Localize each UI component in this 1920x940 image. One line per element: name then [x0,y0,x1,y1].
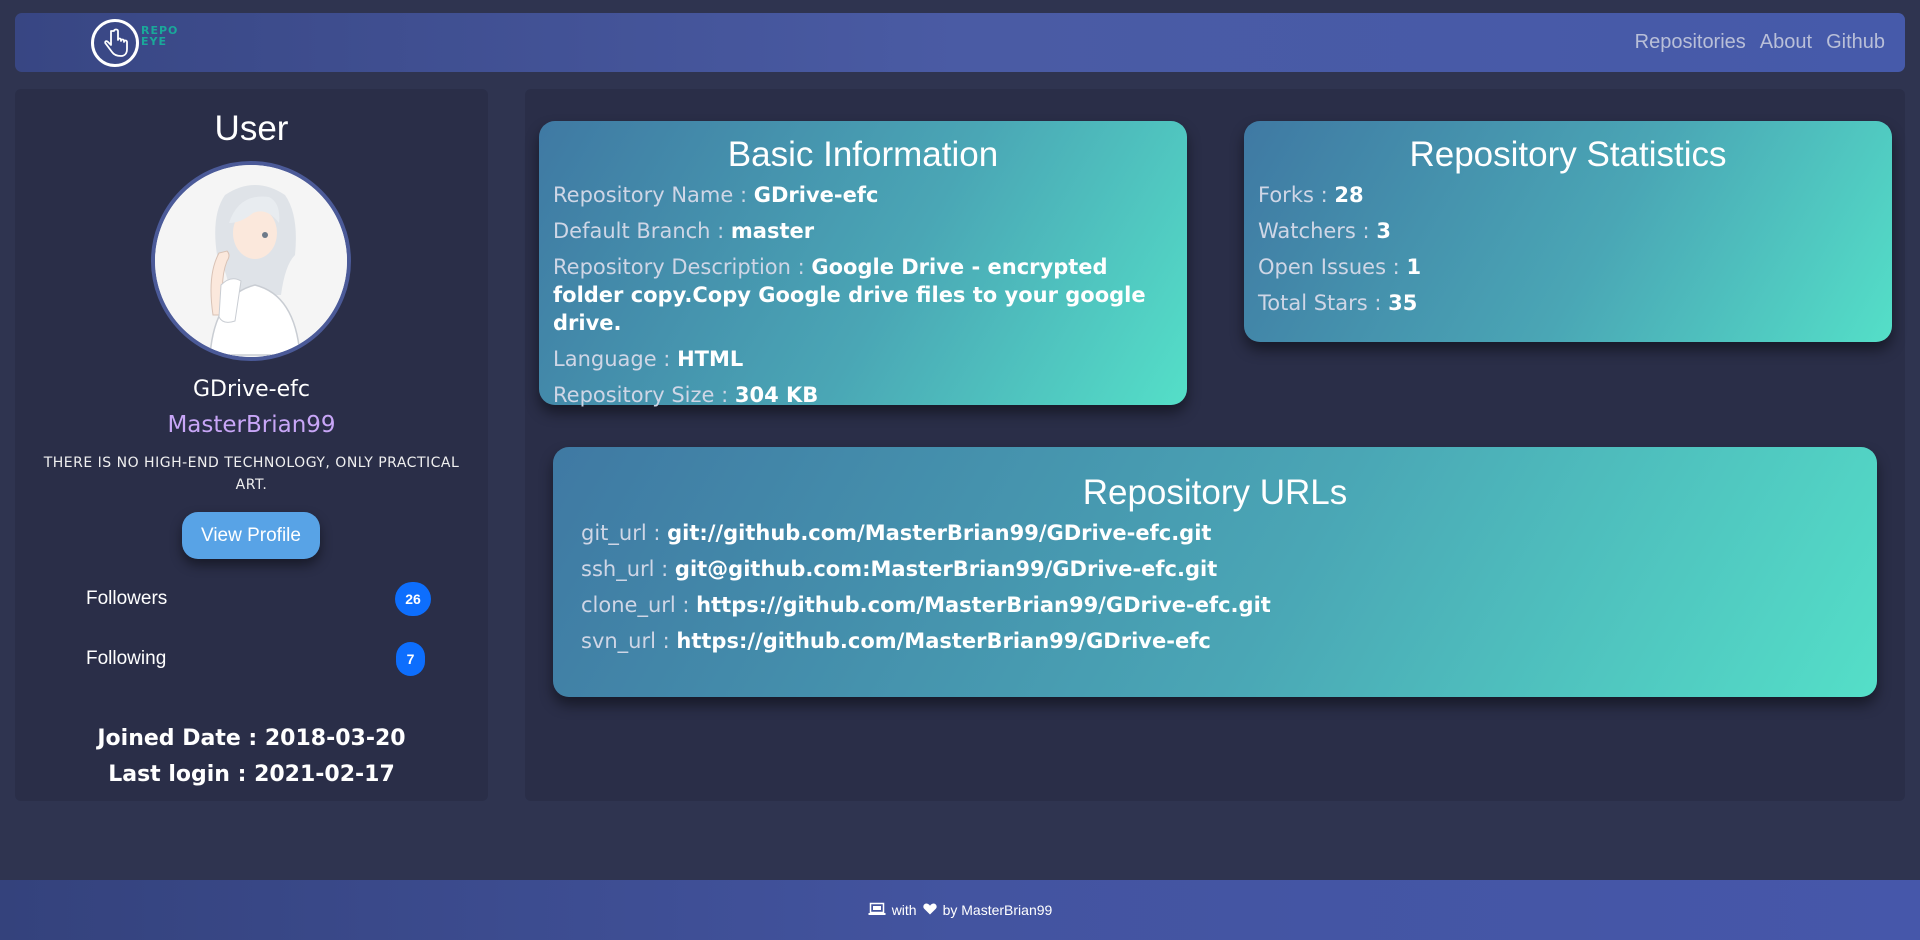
heart-icon [922,902,937,918]
footer-with-text: with [891,902,917,918]
followers-label: Followers [86,588,168,609]
nav-link-github[interactable]: Github [1826,31,1885,54]
field-watchers: Watchers : 3 [1258,219,1391,243]
laptop-icon [868,902,886,919]
logo-text: REPO EYE [141,24,179,48]
nav-link-about[interactable]: About [1760,31,1812,54]
last-login: Last login : 2021-02-17 [108,762,395,787]
repo-urls-title: Repository URLs [1082,473,1348,512]
repo-stats-title: Repository Statistics [1409,135,1727,174]
field-open-issues: Open Issues : 1 [1258,255,1422,279]
field-default-branch: Default Branch : master [553,219,815,243]
following-row: Following 7 [86,642,425,676]
main-panel: Basic Information Repository Name : GDri… [525,89,1905,801]
joined-date: Joined Date : 2018-03-20 [97,726,406,751]
user-sidebar: User GDrive-efc MasterBrian99 THERE IS N… [15,89,488,801]
pointer-hand-icon [91,19,139,67]
user-name: GDrive-efc [192,377,310,402]
basic-info-title: Basic Information [727,135,999,174]
user-bio: THERE IS NO HIGH-END TECHNOLOGY, ONLY PR… [43,455,460,493]
view-profile-button[interactable]: View Profile [182,512,320,559]
user-login: MasterBrian99 [167,412,336,438]
field-repo-size: Repository Size : 304 KB [553,383,819,407]
repo-urls-card: Repository URLs git_url : git://github.c… [553,447,1877,697]
followers-badge: 26 [395,582,431,616]
field-total-stars: Total Stars : 35 [1258,291,1418,315]
footer: with by MasterBrian99 [0,880,1920,940]
following-label: Following [86,648,167,669]
field-ssh-url: ssh_url : git@github.com:MasterBrian99/G… [581,557,1218,581]
following-badge: 7 [396,642,425,676]
field-repo-name: Repository Name : GDrive-efc [553,183,879,207]
nav-link-repositories[interactable]: Repositories [1635,31,1746,54]
field-language: Language : HTML [553,347,744,371]
field-repo-description: Repository Description : Google Drive - … [553,255,1146,335]
field-forks: Forks : 28 [1258,183,1364,207]
field-clone-url: clone_url : https://github.com/MasterBri… [581,593,1271,617]
followers-row: Followers 26 [86,582,431,616]
avatar [151,161,351,361]
logo[interactable]: REPO EYE [91,18,191,68]
basic-info-card: Basic Information Repository Name : GDri… [539,121,1187,407]
footer-by-text: by MasterBrian99 [942,902,1053,918]
navbar: REPO EYE Repositories About Github [15,13,1905,72]
field-git-url: git_url : git://github.com/MasterBrian99… [581,521,1212,545]
nav-links: Repositories About Github [1621,13,1885,72]
repo-stats-card: Repository Statistics Forks : 28 Watcher… [1244,121,1892,342]
field-svn-url: svn_url : https://github.com/MasterBrian… [581,629,1211,653]
sidebar-title: User [214,109,289,148]
